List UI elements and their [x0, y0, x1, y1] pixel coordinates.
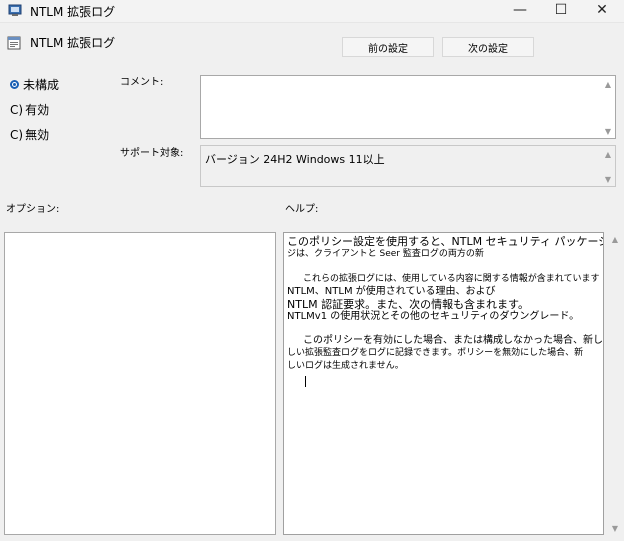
close-button[interactable]: ✕	[582, 0, 622, 20]
help-line: このポリシー設定を使用すると、NTLM セキュリティ パッケージ	[287, 235, 604, 248]
radio-not-configured[interactable]: 未構成	[10, 76, 59, 93]
help-line	[287, 323, 600, 335]
help-line: NTLMv1 の使用状況とその他のセキュリティのダウングレード。	[287, 311, 580, 322]
radio-unselected-glyph: C)	[10, 127, 24, 142]
comment-label: コメント:	[120, 77, 164, 88]
help-line: NTLM 認証要求。また、次の情報も含まれます。	[287, 298, 529, 311]
scroll-up-arrow-icon[interactable]: ▲	[605, 150, 611, 159]
radio-unselected-glyph: C)	[10, 102, 24, 117]
scroll-down-arrow-icon[interactable]: ▼	[605, 175, 611, 184]
next-setting-button[interactable]: 次の設定	[442, 37, 534, 57]
options-panel	[4, 232, 276, 535]
radio-disabled[interactable]: C) 無効	[10, 126, 49, 143]
help-label: ヘルプ:	[285, 204, 319, 215]
supported-on-label: サポート対象:	[120, 148, 184, 159]
help-line: ジは、クライアントと Seer 監査ログの両方の新	[287, 249, 484, 259]
text-caret	[305, 376, 306, 387]
help-line: しい拡張監査ログをログに記録できます。ポリシーを無効にした場合、新	[287, 348, 584, 358]
help-line: これらの拡張ログには、使用している内容に関する情報が含まれています	[303, 274, 600, 284]
scroll-up-arrow-icon[interactable]: ▲	[605, 80, 611, 89]
scroll-down-arrow-icon[interactable]: ▼	[605, 127, 611, 136]
radio-not-configured-label: 未構成	[23, 78, 60, 92]
supported-on-field: バージョン 24H2 Windows 11以上 ▲ ▼	[200, 145, 616, 187]
maximize-button[interactable]: ☐	[541, 0, 581, 20]
help-scrollbar[interactable]: ▲ ▼	[606, 232, 622, 535]
help-line: NTLM、NTLM が使用されている理由、および	[287, 286, 496, 297]
minimize-button[interactable]: —	[500, 0, 540, 20]
radio-enabled[interactable]: C) 有効	[10, 101, 49, 118]
radio-disabled-label: 無効	[25, 128, 50, 142]
help-line	[287, 261, 600, 273]
scroll-up-arrow-icon[interactable]: ▲	[612, 235, 618, 244]
radio-enabled-label: 有効	[25, 103, 50, 117]
radio-selected-icon	[10, 80, 19, 89]
window-title: NTLM 拡張ログ	[30, 5, 116, 19]
help-line: このポリシーを有効にした場合、または構成しなかった場合、新しい	[303, 335, 604, 346]
previous-setting-button[interactable]: 前の設定	[342, 37, 434, 57]
help-panel: このポリシー設定を使用すると、NTLM セキュリティ パッケージ ジは、クライア…	[283, 232, 604, 535]
policy-editor-icon	[8, 4, 22, 16]
title-bar: NTLM 拡張ログ — ☐ ✕	[0, 0, 624, 23]
options-label: オプション:	[6, 204, 60, 215]
policy-setting-icon	[7, 36, 21, 50]
scroll-down-arrow-icon[interactable]: ▼	[612, 524, 618, 533]
help-line: しいログは生成されません。	[287, 361, 404, 371]
supported-on-value: バージョン 24H2 Windows 11以上	[205, 153, 385, 166]
comment-textarea[interactable]: ▲ ▼	[200, 75, 616, 139]
policy-name: NTLM 拡張ログ	[30, 36, 116, 50]
